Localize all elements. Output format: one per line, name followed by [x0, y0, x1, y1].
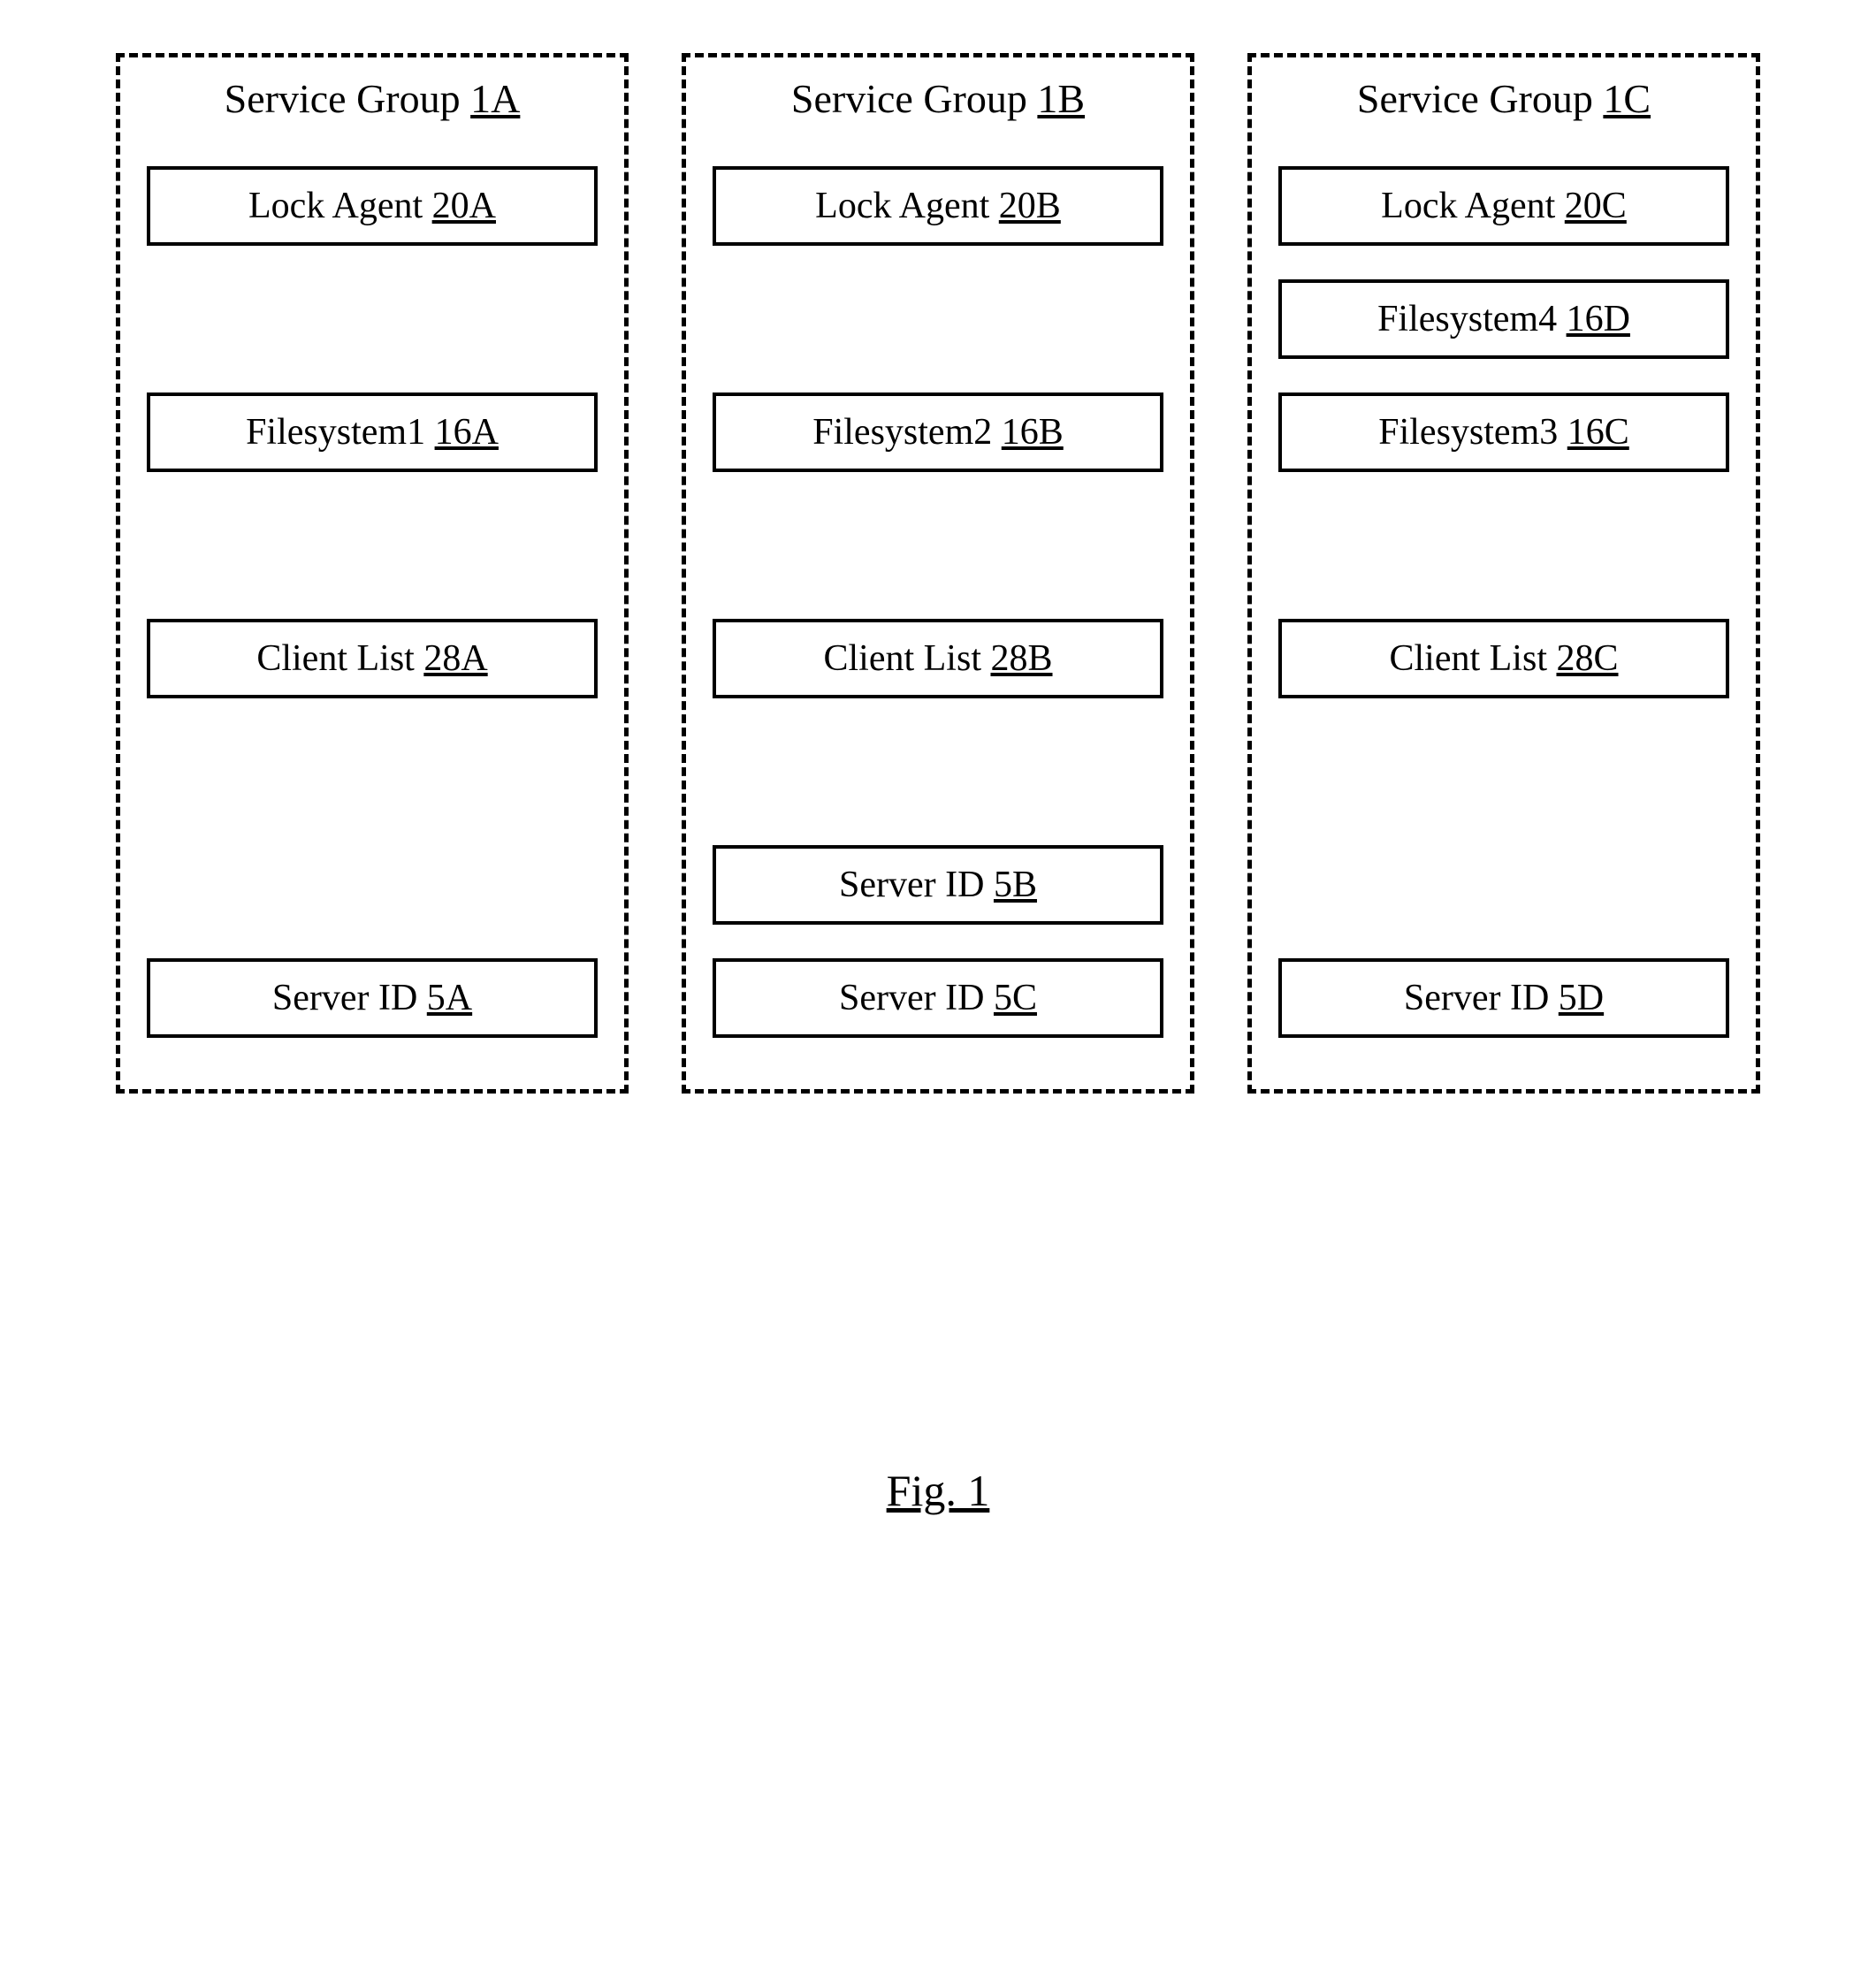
- box-filesystem2: Filesystem2 16B: [713, 384, 1163, 481]
- box-ref: 16D: [1567, 299, 1630, 339]
- gap: [713, 271, 1163, 368]
- box-server-id-5c: Server ID 5C: [713, 949, 1163, 1047]
- box-ref: 5D: [1559, 978, 1604, 1018]
- box-label: Lock Agent: [815, 186, 999, 226]
- box-ref: 20B: [999, 186, 1061, 226]
- box-ref: 16B: [1002, 412, 1064, 453]
- group-title-ref: 1C: [1603, 76, 1651, 121]
- group-title: Service Group 1A: [147, 75, 598, 122]
- box-client-list: Client List 28B: [713, 610, 1163, 707]
- box-ref: 28C: [1556, 638, 1618, 679]
- gap: [1278, 723, 1729, 820]
- box-ref: 20A: [432, 186, 496, 226]
- box-ref: 16C: [1567, 412, 1629, 453]
- box-ref: 20C: [1565, 186, 1627, 226]
- box-lock-agent: Lock Agent 20A: [147, 157, 598, 255]
- group-title-prefix: Service Group: [225, 76, 470, 121]
- group-title-prefix: Service Group: [791, 76, 1037, 121]
- box-server-id-5b: Server ID 5B: [713, 836, 1163, 934]
- service-group-1c: Service Group 1C Lock Agent 20C Filesyst…: [1247, 53, 1760, 1094]
- box-filesystem1: Filesystem1 16A: [147, 384, 598, 481]
- service-group-1a: Service Group 1A Lock Agent 20A Filesyst…: [116, 53, 629, 1094]
- group-title: Service Group 1C: [1278, 75, 1729, 122]
- gap: [713, 723, 1163, 820]
- box-filesystem4: Filesystem4 16D: [1278, 271, 1729, 368]
- box-ref: 5A: [427, 978, 472, 1018]
- gap: [147, 836, 598, 934]
- group-title-prefix: Service Group: [1357, 76, 1603, 121]
- box-server-id: Server ID 5A: [147, 949, 598, 1047]
- gap: [713, 497, 1163, 594]
- service-group-1b: Service Group 1B Lock Agent 20B Filesyst…: [682, 53, 1194, 1094]
- group-title-ref: 1B: [1037, 76, 1085, 121]
- box-filesystem3: Filesystem3 16C: [1278, 384, 1729, 481]
- box-label: Server ID: [1404, 978, 1559, 1018]
- gap: [1278, 497, 1729, 594]
- box-server-id: Server ID 5D: [1278, 949, 1729, 1047]
- box-label: Server ID: [839, 978, 994, 1018]
- box-client-list: Client List 28C: [1278, 610, 1729, 707]
- box-label: Filesystem3: [1378, 412, 1567, 453]
- gap: [147, 497, 598, 594]
- box-lock-agent: Lock Agent 20B: [713, 157, 1163, 255]
- box-ref: 5C: [994, 978, 1037, 1018]
- box-lock-agent: Lock Agent 20C: [1278, 157, 1729, 255]
- group-title-ref: 1A: [470, 76, 520, 121]
- figure-label-text: Fig. 1: [887, 1466, 990, 1515]
- box-label: Filesystem2: [812, 412, 1002, 453]
- box-ref: 28A: [423, 638, 487, 679]
- group-slots: Lock Agent 20C Filesystem4 16D Filesyste…: [1278, 157, 1729, 1063]
- groups-container: Service Group 1A Lock Agent 20A Filesyst…: [53, 53, 1823, 1094]
- box-label: Filesystem4: [1377, 299, 1567, 339]
- box-label: Server ID: [839, 865, 994, 905]
- box-ref: 16A: [435, 412, 499, 453]
- group-title: Service Group 1B: [713, 75, 1163, 122]
- box-label: Client List: [823, 638, 990, 679]
- box-label: Filesystem1: [246, 412, 435, 453]
- gap: [1278, 836, 1729, 934]
- box-client-list: Client List 28A: [147, 610, 598, 707]
- gap: [147, 723, 598, 820]
- box-label: Client List: [1389, 638, 1556, 679]
- box-label: Lock Agent: [1381, 186, 1565, 226]
- group-slots: Lock Agent 20A Filesystem1 16A Client Li…: [147, 157, 598, 1063]
- group-slots: Lock Agent 20B Filesystem2 16B Client Li…: [713, 157, 1163, 1063]
- box-label: Client List: [256, 638, 423, 679]
- box-ref: 5B: [994, 865, 1037, 905]
- box-label: Server ID: [272, 978, 427, 1018]
- figure-label: Fig. 1: [53, 1465, 1823, 1516]
- box-ref: 28B: [990, 638, 1052, 679]
- box-label: Lock Agent: [248, 186, 432, 226]
- gap: [147, 271, 598, 368]
